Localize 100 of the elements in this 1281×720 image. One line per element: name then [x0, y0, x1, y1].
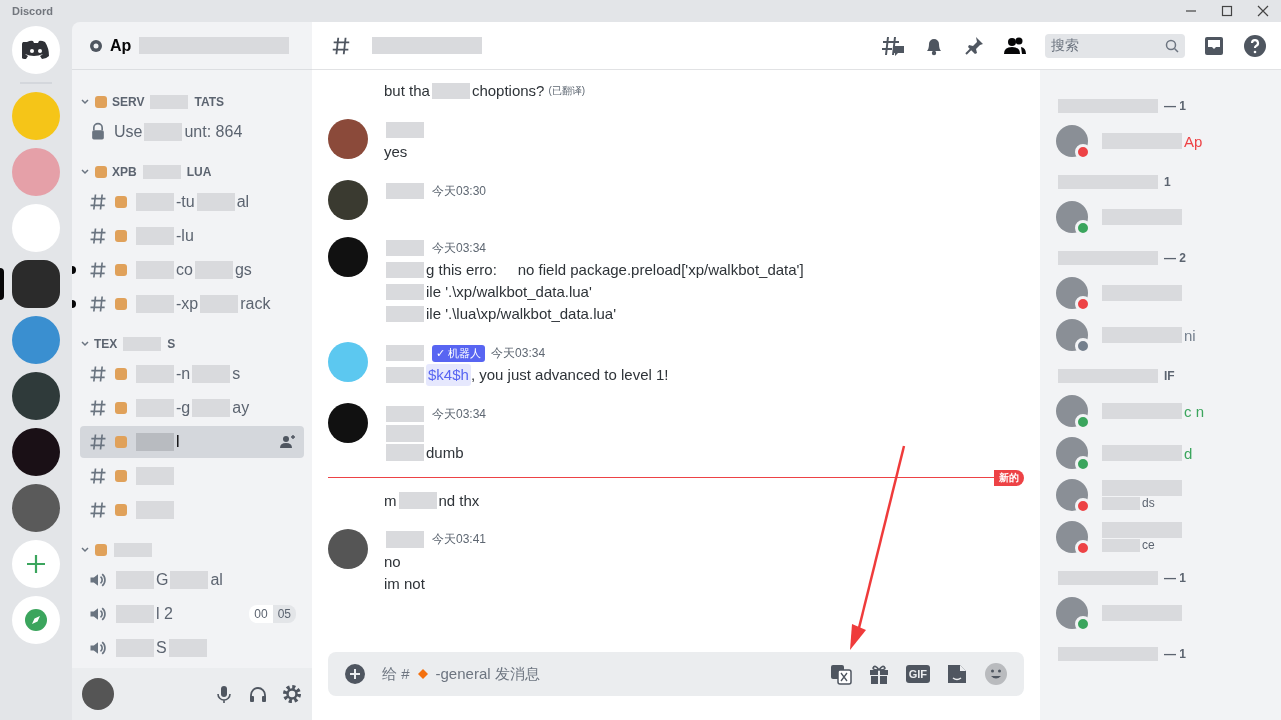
home-button[interactable] [12, 26, 60, 74]
hash-icon [88, 192, 108, 212]
redaction-block [150, 95, 189, 109]
server-icon[interactable] [12, 372, 60, 420]
redaction-block [386, 305, 424, 323]
channel-name: G [156, 571, 169, 589]
bot-badge: ✓ 机器人 [432, 344, 486, 362]
member-activity: ce [1142, 538, 1155, 553]
help-icon[interactable] [1243, 33, 1267, 58]
category-header[interactable]: TEX S [80, 334, 304, 354]
pin-icon[interactable] [963, 34, 985, 57]
redaction-block [136, 227, 174, 245]
close-icon[interactable] [1257, 5, 1269, 17]
channel-item[interactable]: -tu al [80, 186, 304, 218]
redaction-block [386, 344, 424, 362]
member-item[interactable]: c n [1056, 390, 1273, 432]
channel-item[interactable]: S [80, 632, 304, 664]
user-avatar[interactable] [328, 528, 368, 569]
hash-icon [88, 260, 108, 280]
settings-icon[interactable] [282, 684, 302, 704]
redaction-block [398, 492, 437, 509]
redaction-block [386, 261, 424, 279]
channel-item[interactable]: co gs [80, 254, 304, 286]
redaction-block [386, 425, 424, 442]
translated-note: (已翻译) [548, 84, 586, 98]
chevron-icon [80, 545, 90, 555]
channel-item[interactable]: -g ay [80, 392, 304, 424]
plus-circle-icon[interactable] [344, 663, 366, 685]
category-name: TEX [94, 337, 118, 351]
redaction-block [142, 165, 181, 179]
microphone-icon[interactable] [214, 684, 234, 704]
chevron-icon [80, 97, 90, 107]
member-item[interactable]: ce [1056, 516, 1273, 558]
channel-item[interactable]: -xp rack [80, 288, 304, 320]
role-header: 1 [1164, 175, 1171, 189]
channel-name: l [176, 433, 180, 451]
inbox-icon[interactable] [1203, 34, 1225, 57]
headphones-icon[interactable] [248, 684, 268, 704]
member-name: Ap [1184, 132, 1203, 150]
invite-icon[interactable] [280, 434, 296, 450]
message-text: im not [384, 573, 425, 594]
redaction-block [170, 571, 209, 589]
timestamp: 今天03:34 [432, 239, 487, 257]
translate-icon[interactable] [829, 663, 852, 685]
member-name: c n [1184, 402, 1204, 420]
message-text: ile '.\lua\xp/walkbot_data.lua' [426, 304, 616, 324]
message-text: g this erro: no field package.preload['xp/walkbot_data'] [426, 260, 804, 280]
user-avatar[interactable] [328, 237, 368, 277]
message-input[interactable]: 给 # -general 发消息 GIF [328, 652, 1024, 696]
message-text: dumb [426, 442, 464, 463]
redaction-block [116, 605, 154, 623]
channel-item[interactable]: Use unt: 864 [80, 116, 304, 148]
channel-name: ay [232, 399, 250, 417]
new-messages-badge: 新的 [994, 469, 1024, 486]
diamond-icon [417, 669, 428, 679]
compass-icon [24, 608, 48, 632]
redaction-block [192, 365, 231, 383]
redaction-block [386, 444, 424, 461]
redaction-block [116, 571, 154, 589]
explore-button[interactable] [12, 596, 60, 644]
member-item[interactable]: d [1056, 432, 1273, 474]
maximize-icon[interactable] [1221, 5, 1233, 17]
member-item[interactable]: Ap [1056, 120, 1273, 162]
message-text: nd thx [438, 490, 480, 511]
redaction-block [386, 366, 424, 384]
channel-item[interactable]: -n s [80, 358, 304, 390]
member-item[interactable]: ni [1056, 314, 1273, 356]
server-name: Ap [110, 36, 132, 55]
add-server-button[interactable] [12, 540, 60, 588]
user-avatar[interactable] [328, 180, 368, 220]
sticker-icon[interactable] [946, 663, 968, 685]
role-header: IF [1164, 369, 1175, 383]
hash-icon [88, 500, 108, 520]
category-name: SERV [112, 95, 145, 109]
channel-item[interactable]: l [80, 426, 304, 458]
channel-item[interactable]: -lu [80, 220, 304, 252]
channel-name: S [156, 639, 167, 657]
gif-button[interactable]: GIF [905, 665, 930, 683]
message-text: but tha [384, 81, 430, 101]
search-field[interactable]: 搜索 [1045, 33, 1185, 58]
gift-icon[interactable] [867, 663, 890, 685]
redaction-block [136, 501, 174, 519]
user-avatar[interactable] [82, 678, 114, 710]
channel-name: co [176, 261, 193, 279]
user-avatar[interactable] [328, 403, 368, 443]
redaction-block [114, 543, 152, 557]
redaction-block [136, 193, 174, 211]
channel-item[interactable]: G al [80, 564, 304, 596]
server-icon[interactable] [12, 428, 60, 476]
hash-icon [88, 432, 108, 452]
emoji-icon[interactable] [984, 662, 1008, 686]
hash-icon [88, 364, 108, 384]
category-name: TATS [194, 95, 225, 109]
user-mention[interactable]: $k4$h [426, 364, 471, 386]
gear-icon [88, 37, 104, 54]
channel-item[interactable]: l 2 00 05 [80, 598, 304, 630]
message-text: m [384, 490, 397, 511]
user-avatar[interactable] [328, 119, 368, 159]
member-item[interactable]: ds [1056, 474, 1273, 516]
server-icon[interactable] [12, 260, 60, 308]
